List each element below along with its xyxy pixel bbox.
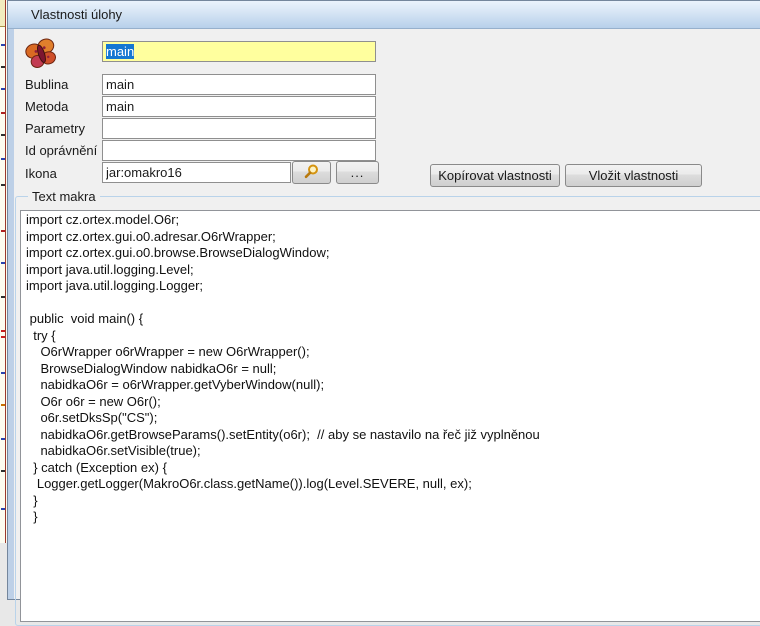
label-ikona: Ikona <box>25 166 57 181</box>
macro-groupbox: Text makra import cz.ortex.model.O6r; im… <box>15 196 760 626</box>
parametry-input[interactable] <box>102 118 376 139</box>
id-opravneni-input[interactable] <box>102 140 376 161</box>
copy-properties-button[interactable]: Kopírovat vlastnosti <box>430 164 560 187</box>
macro-group-title: Text makra <box>28 189 100 204</box>
icon-search-button[interactable] <box>292 161 331 184</box>
icon-browse-button[interactable]: ... <box>336 161 379 184</box>
macro-code-editor[interactable]: import cz.ortex.model.O6r; import cz.ort… <box>20 210 760 622</box>
metoda-input[interactable] <box>102 96 376 117</box>
ikona-input[interactable] <box>102 162 291 183</box>
magnifier-icon <box>303 163 320 183</box>
dialog-title: Vlastnosti úlohy <box>31 7 122 22</box>
paste-properties-button[interactable]: Vložit vlastnosti <box>565 164 702 187</box>
bublina-input[interactable] <box>102 74 376 95</box>
macro-code-text: import cz.ortex.model.O6r; import cz.ort… <box>26 212 760 526</box>
label-metoda: Metoda <box>25 99 68 114</box>
label-parametry: Parametry <box>25 121 85 136</box>
dialog-titlebar[interactable]: Vlastnosti úlohy <box>8 1 760 29</box>
butterfly-icon <box>23 38 59 70</box>
background-window-border <box>5 0 6 543</box>
dialog-content: main Bublina Metoda Parametry Id oprávně… <box>14 29 760 599</box>
label-id-opravneni: Id oprávnění <box>25 143 97 158</box>
task-name-field[interactable]: main <box>102 41 376 62</box>
task-properties-dialog: Vlastnosti úlohy main Bub <box>7 0 760 600</box>
selected-text: main <box>106 44 134 59</box>
background-window-sliver <box>0 0 7 543</box>
label-bublina: Bublina <box>25 77 68 92</box>
